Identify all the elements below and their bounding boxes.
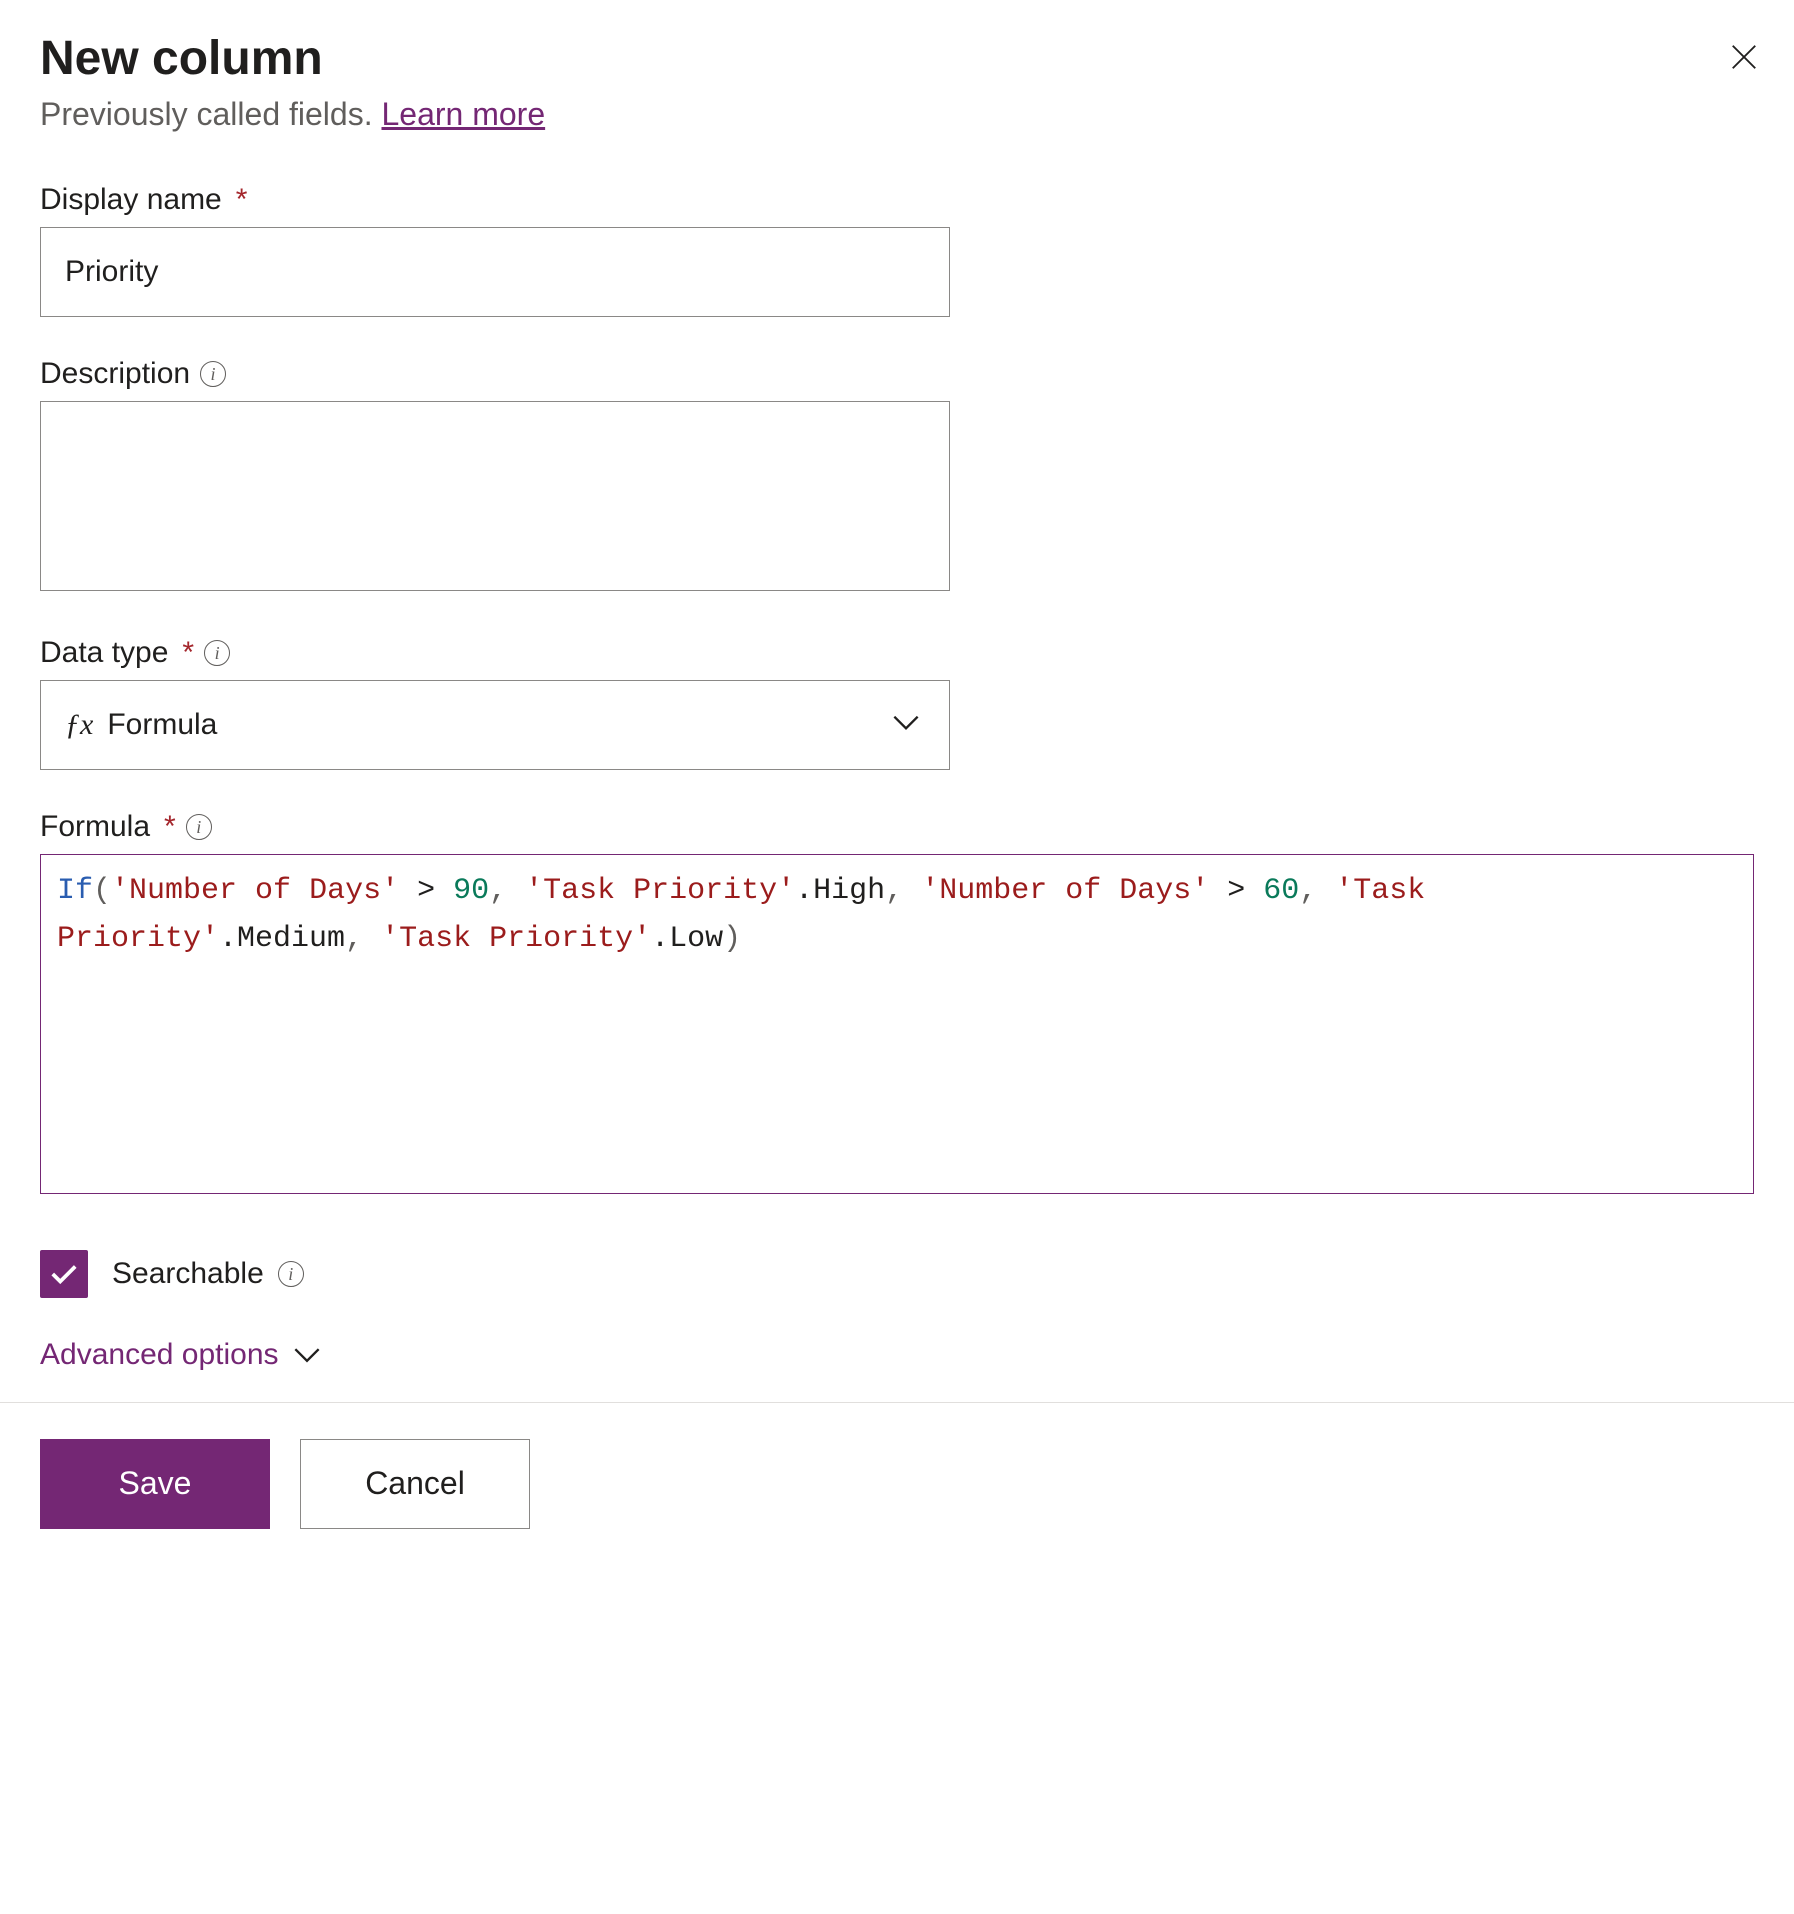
learn-more-link[interactable]: Learn more bbox=[381, 96, 545, 132]
data-type-select[interactable]: ƒx Formula bbox=[40, 680, 950, 770]
description-label: Description i bbox=[40, 357, 1754, 391]
display-name-label: Display name * bbox=[40, 183, 1754, 217]
required-indicator: * bbox=[182, 636, 194, 670]
close-button[interactable] bbox=[1724, 38, 1764, 78]
info-icon[interactable]: i bbox=[204, 640, 230, 666]
description-input[interactable] bbox=[40, 401, 950, 591]
save-button[interactable]: Save bbox=[40, 1439, 270, 1529]
data-type-label-text: Data type bbox=[40, 636, 168, 670]
description-label-text: Description bbox=[40, 357, 190, 391]
chevron-down-icon bbox=[293, 1338, 321, 1372]
new-column-panel: New column Previously called fields. Lea… bbox=[0, 0, 1794, 1569]
formula-input[interactable]: If('Number of Days' > 90, 'Task Priority… bbox=[40, 854, 1754, 1194]
data-type-select-wrap: ƒx Formula bbox=[40, 680, 950, 770]
formula-label-text: Formula bbox=[40, 810, 150, 844]
searchable-label-text: Searchable bbox=[112, 1257, 264, 1291]
footer-divider bbox=[0, 1402, 1794, 1403]
searchable-row: Searchable i bbox=[40, 1250, 1754, 1298]
cancel-button[interactable]: Cancel bbox=[300, 1439, 530, 1529]
subtitle-text: Previously called fields. bbox=[40, 96, 381, 132]
advanced-options-toggle[interactable]: Advanced options bbox=[40, 1338, 321, 1372]
description-field: Description i bbox=[40, 357, 1754, 596]
data-type-label: Data type * i bbox=[40, 636, 1754, 670]
panel-footer: Save Cancel bbox=[40, 1433, 1754, 1529]
fx-icon: ƒx bbox=[65, 708, 93, 742]
info-icon[interactable]: i bbox=[200, 361, 226, 387]
info-icon[interactable]: i bbox=[186, 814, 212, 840]
data-type-value: Formula bbox=[107, 708, 217, 742]
panel-header: New column Previously called fields. Lea… bbox=[40, 30, 1754, 133]
searchable-label: Searchable i bbox=[112, 1257, 304, 1291]
required-indicator: * bbox=[236, 183, 248, 217]
required-indicator: * bbox=[164, 810, 176, 844]
display-name-input[interactable] bbox=[40, 227, 950, 317]
formula-label: Formula * i bbox=[40, 810, 1754, 844]
info-icon[interactable]: i bbox=[278, 1261, 304, 1287]
panel-subtitle: Previously called fields. Learn more bbox=[40, 96, 1754, 133]
searchable-checkbox[interactable] bbox=[40, 1250, 88, 1298]
panel-title: New column bbox=[40, 30, 1754, 88]
advanced-options-label: Advanced options bbox=[40, 1338, 279, 1372]
display-name-field: Display name * bbox=[40, 183, 1754, 317]
data-type-field: Data type * i ƒx Formula bbox=[40, 636, 1754, 770]
display-name-label-text: Display name bbox=[40, 183, 222, 217]
formula-field: Formula * i If('Number of Days' > 90, 'T… bbox=[40, 810, 1754, 1194]
close-icon bbox=[1729, 42, 1759, 75]
